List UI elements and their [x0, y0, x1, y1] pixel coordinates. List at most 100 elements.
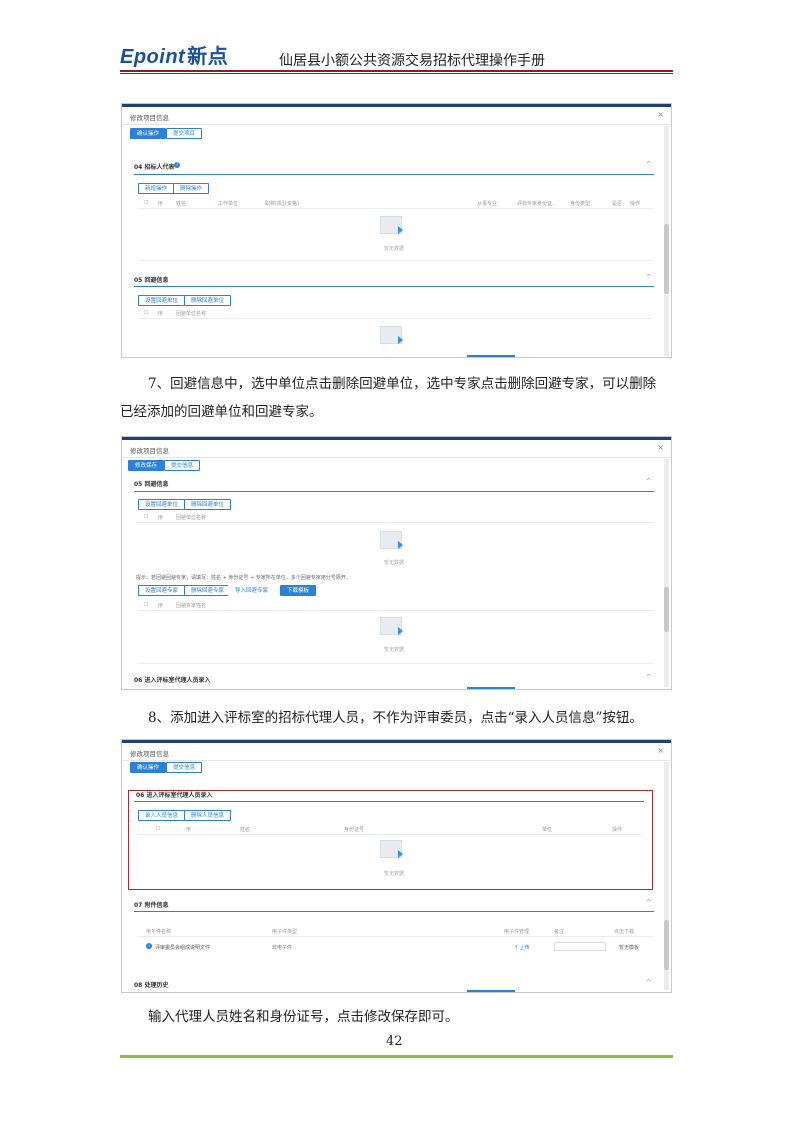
col-index: 序	[158, 311, 164, 317]
dialog-top-bar	[122, 104, 671, 107]
scroll-thumb[interactable]	[664, 587, 669, 632]
col-unit: 单位	[542, 827, 553, 833]
import-avoid-expert-button[interactable]: 导入回避专家	[228, 585, 276, 596]
no-data-icon	[380, 617, 406, 639]
section-06-title: 06 进入评标室代理人员录入	[136, 792, 213, 799]
col-idcard: 评标专家身份证...	[517, 201, 557, 207]
attachment-type: 非电子件	[272, 945, 293, 951]
close-icon[interactable]: ×	[657, 110, 664, 119]
tab-submit[interactable]: 提交信息	[166, 762, 203, 773]
help-icon[interactable]: ?	[174, 162, 180, 168]
grid-header-rule	[138, 936, 653, 937]
template-status: 暂无模板	[619, 945, 640, 951]
para-8-text: 8、添加进入评标室的招标代理人员，不作为评审委员，点击“录入人员信息”按钮。	[148, 710, 643, 726]
delete-avoid-expert-button[interactable]: 删除回避专家	[184, 585, 232, 596]
col-name: 姓名	[176, 201, 187, 207]
no-data-text: 暂无数据	[384, 560, 405, 566]
paragraph-8: 8、添加进入评标室的招标代理人员，不作为评审委员，点击“录入人员信息”按钮。	[120, 704, 680, 732]
screenshot-3: 修改项目信息 × 确认操作 提交信息 06 进入评标室代理人员录入 ^ 录入人员…	[121, 739, 672, 993]
section-07-title: 07 附件信息	[134, 902, 169, 909]
col-file-type: 电子件类型	[272, 929, 298, 935]
close-icon[interactable]: ×	[657, 443, 664, 452]
dialog-title: 修改项目信息	[130, 447, 169, 455]
info-icon: i	[146, 943, 152, 949]
checkbox[interactable]: ☐	[156, 826, 160, 832]
remark-input[interactable]	[554, 942, 606, 951]
chevron-up-icon[interactable]: ^	[646, 979, 651, 986]
bottom-indicator	[467, 687, 515, 689]
col-unit: 工作单位	[218, 201, 239, 207]
download-template-button[interactable]: 下载模板	[280, 585, 317, 596]
tab-submit[interactable]: 提交信息	[164, 460, 201, 471]
scroll-thumb[interactable]	[664, 920, 669, 970]
section-06-rule	[134, 801, 644, 802]
delete-person-info-button[interactable]: 删除人员信息	[184, 810, 232, 821]
col-file-name: 电子件名称	[146, 929, 172, 935]
delete-avoid-unit-button[interactable]: 删除回避单位	[184, 499, 232, 510]
col-avoid-unit: 回避单位名称	[176, 515, 207, 521]
chevron-up-icon[interactable]: ^	[646, 161, 651, 168]
section-05-title: 05 回避信息	[134, 481, 169, 488]
screenshot-1: 修改项目信息 × 确认操作 提交项目 04 招标人代表 ? ^ 新增操作 删除操…	[121, 103, 672, 358]
epoint-logo: Epoint 新点	[120, 40, 228, 69]
set-avoid-unit-button[interactable]: 设置回避单位	[138, 295, 186, 306]
col-idcard: 身份证号	[344, 827, 365, 833]
close-icon[interactable]: ×	[657, 746, 664, 755]
set-avoid-unit-button[interactable]: 设置回避单位	[138, 499, 186, 510]
title-divider	[122, 124, 671, 125]
col-name: 姓名	[240, 827, 251, 833]
upload-link[interactable]: ⇡ 上传	[514, 944, 530, 951]
grid-header-rule	[138, 208, 653, 209]
tab-confirm[interactable]: 确认操作	[130, 762, 167, 773]
dialog-title: 修改项目信息	[130, 114, 169, 122]
dialog-title: 修改项目信息	[130, 750, 169, 758]
section-05-title: 05 回避信息	[134, 277, 169, 284]
hint-text: 提示：若回避回避专家，请填写：姓名 + 身份证号 + 专家所在单位，多个回避专家…	[136, 575, 351, 581]
checkbox[interactable]: ☐	[144, 514, 148, 520]
tab-save[interactable]: 修改保存	[128, 460, 165, 471]
no-data-icon	[380, 326, 406, 348]
col-type: 身份类型	[570, 201, 591, 207]
page-number: 42	[386, 1034, 403, 1049]
col-index: 序	[158, 603, 164, 609]
paragraph-final: 输入代理人员姓名和身份证号，点击修改保存即可。	[120, 1003, 680, 1031]
enter-person-info-button[interactable]: 录入人员信息	[138, 810, 186, 821]
delete-button[interactable]: 删除操作	[173, 183, 210, 194]
add-button[interactable]: 新增操作	[138, 183, 175, 194]
grid-header-rule	[138, 318, 653, 319]
para-final-text: 输入代理人员姓名和身份证号，点击修改保存即可。	[148, 1009, 459, 1025]
col-file-manage: 电子件管理	[504, 929, 530, 935]
header-title: 仙居县小额公共资源交易招标代理操作手册	[279, 53, 545, 69]
paragraph-7: 7、回避信息中，选中单位点击删除回避单位，选中专家点击删除回避专家，可以删除	[120, 370, 680, 398]
no-data-icon	[380, 216, 406, 238]
chevron-up-icon[interactable]: ^	[646, 899, 651, 906]
scroll-thumb[interactable]	[664, 224, 669, 294]
header-rule-thin	[120, 73, 673, 74]
grid-bottom-rule	[138, 260, 653, 261]
section-05-rule	[134, 286, 654, 287]
tab-confirm[interactable]: 确认操作	[130, 128, 167, 139]
col-avoid-expert: 回避专家姓名	[176, 603, 207, 609]
dialog-top-bar	[122, 740, 671, 743]
chevron-up-icon[interactable]: ^	[646, 790, 651, 797]
section-04-title: 04 招标人代表	[134, 164, 175, 171]
scrollbar[interactable]	[664, 459, 669, 687]
chevron-up-icon[interactable]: ^	[646, 674, 651, 681]
set-avoid-expert-button[interactable]: 设置回避专家	[138, 585, 186, 596]
bottom-indicator	[467, 355, 515, 357]
checkbox[interactable]: ☐	[144, 310, 148, 316]
section-08-title: 08 处理历史	[134, 982, 169, 989]
checkbox[interactable]: ☐	[144, 602, 148, 608]
delete-avoid-unit-button[interactable]: 删除回避单位	[184, 295, 232, 306]
checkbox[interactable]: ☐	[144, 200, 148, 206]
col-flag: 是否	[612, 201, 623, 207]
col-avoid-unit: 回避单位名称	[176, 311, 207, 317]
grid-header-rule	[138, 834, 643, 835]
section-04-rule	[134, 174, 654, 175]
chevron-up-icon[interactable]: ^	[646, 274, 651, 281]
chevron-up-icon[interactable]: ^	[646, 478, 651, 485]
section-06-title: 06 进入评标室代理人员录入	[134, 677, 211, 684]
logo-en: Epoint	[120, 46, 186, 68]
tab-submit[interactable]: 提交项目	[166, 128, 203, 139]
header-rule	[120, 70, 673, 72]
